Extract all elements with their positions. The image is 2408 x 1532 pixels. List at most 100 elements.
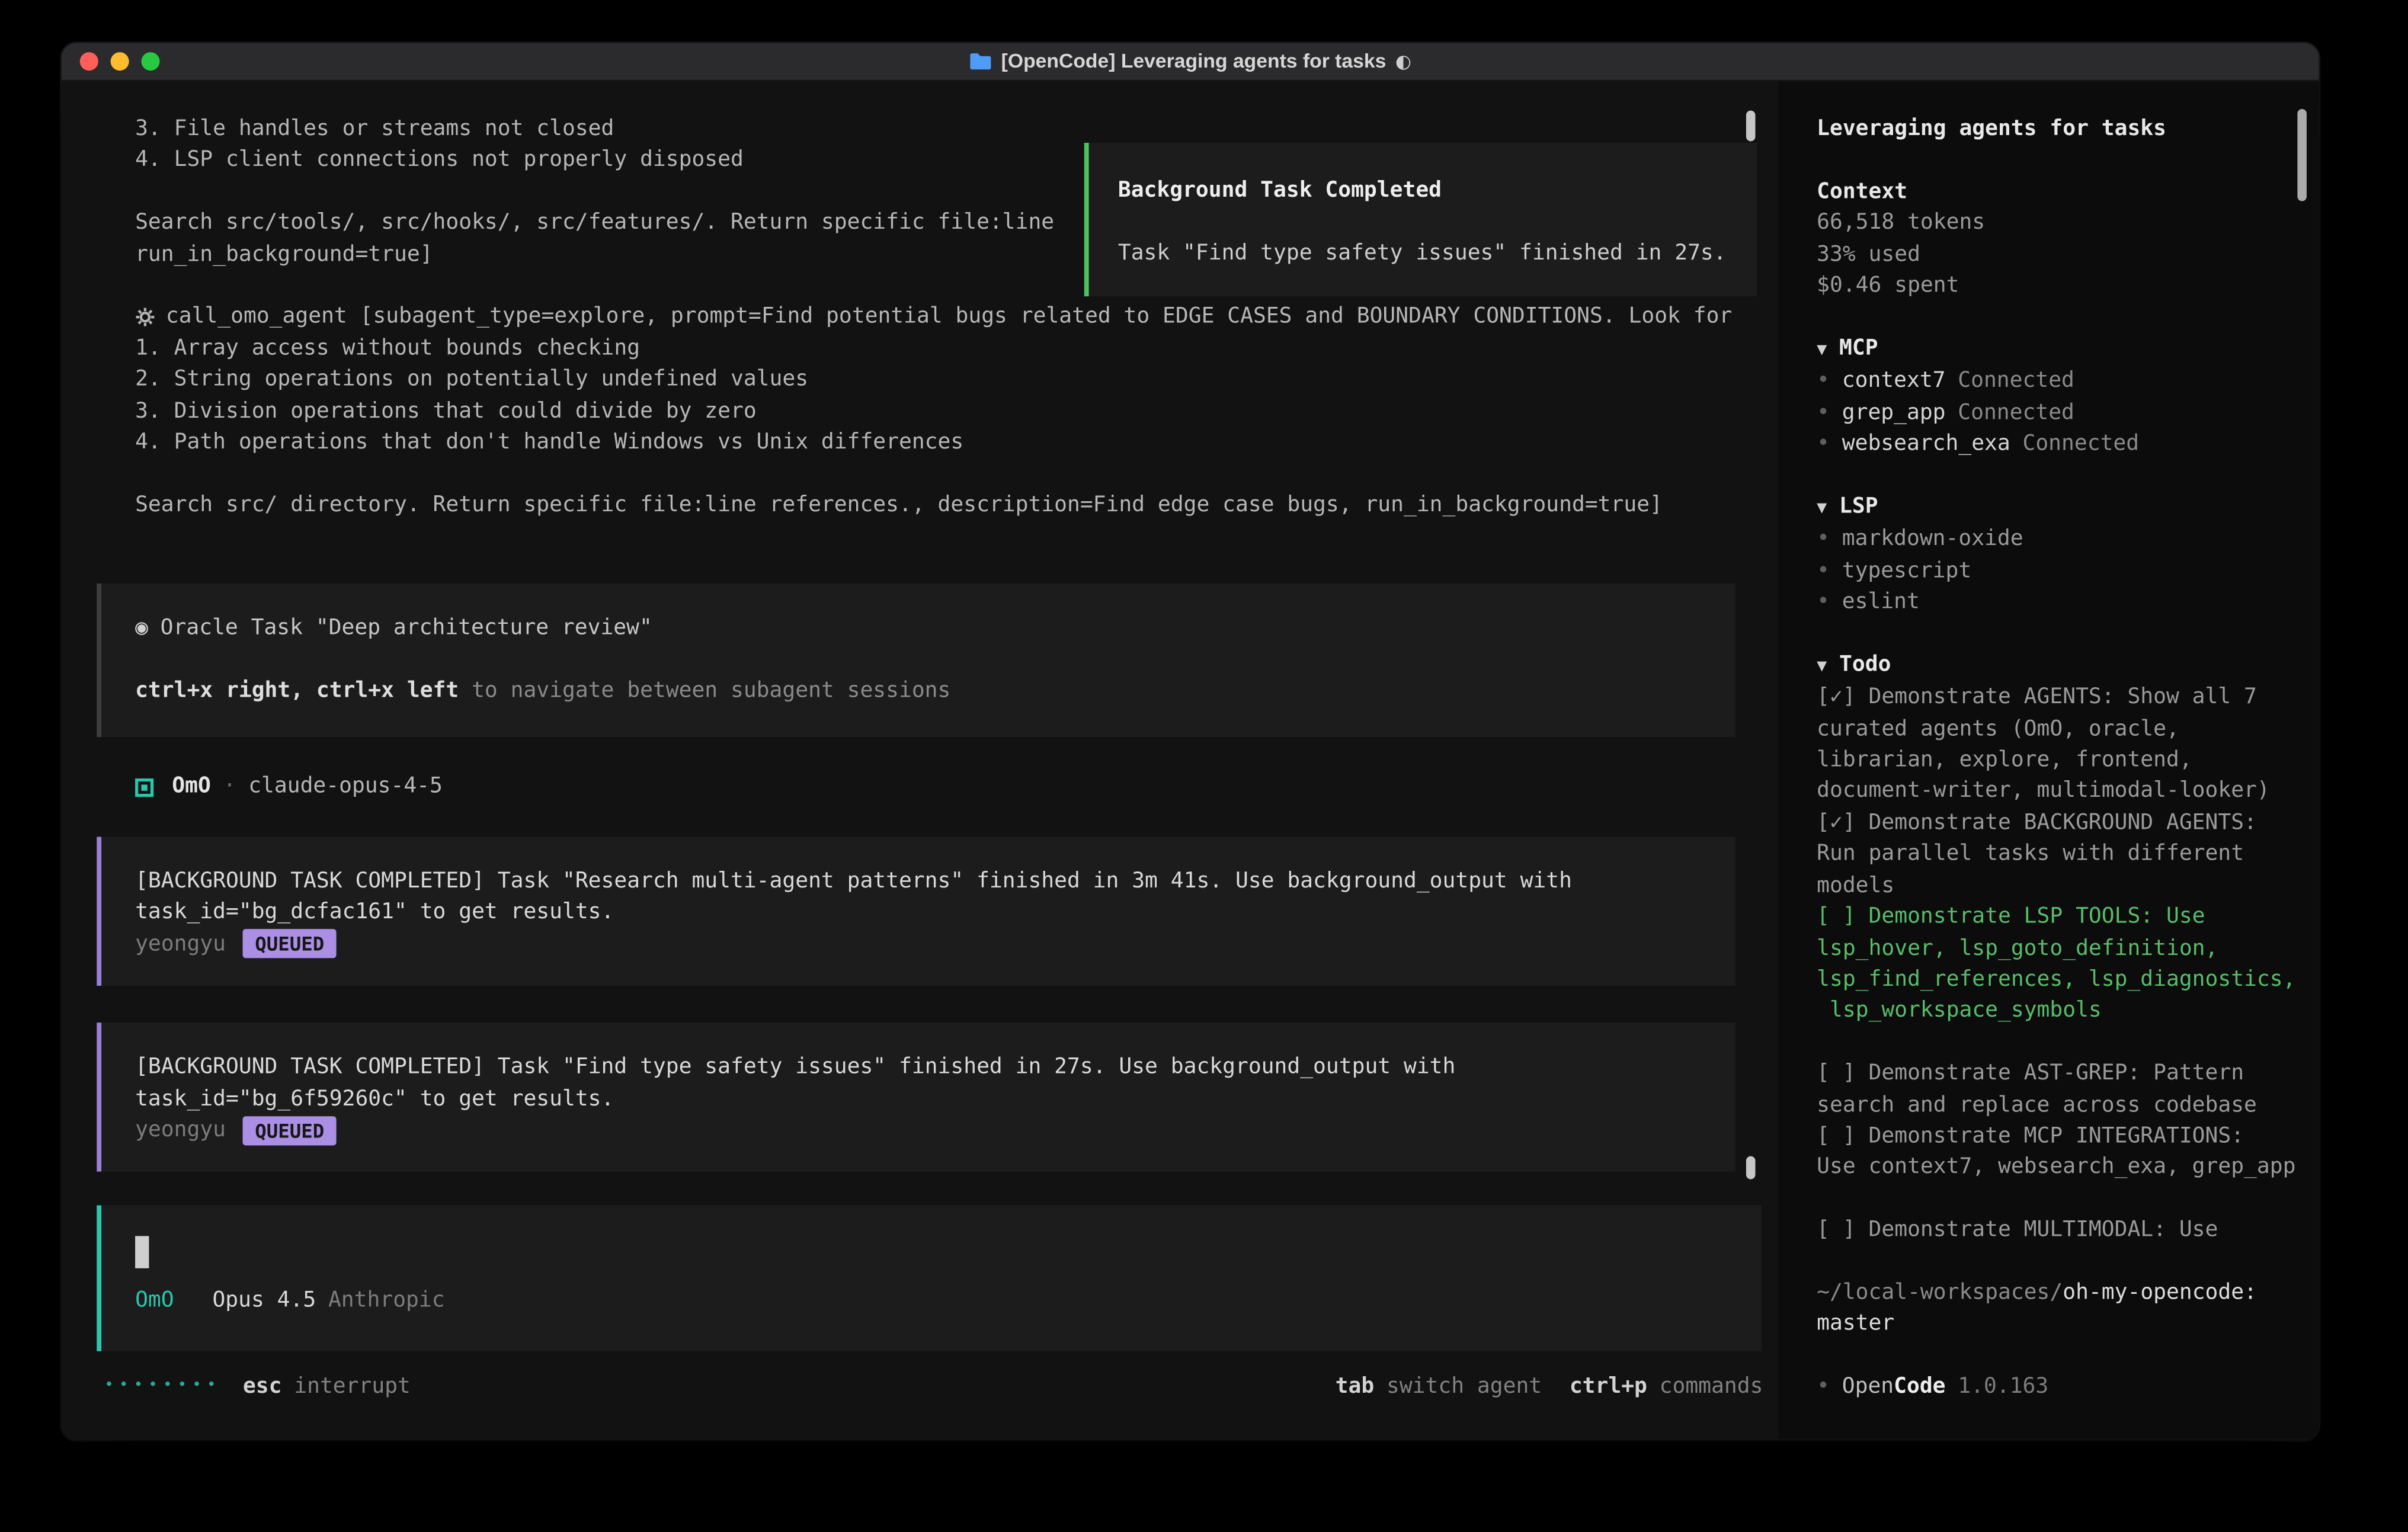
bullet-icon: • (1817, 369, 1830, 393)
lsp-server-item: • typescript (1817, 555, 2308, 586)
titlebar[interactable]: [OpenCode] Leveraging agents for tasks ◐ (62, 43, 2319, 82)
provider-label: Anthropic (328, 1286, 445, 1317)
opencode-window: [OpenCode] Leveraging agents for tasks ◐… (62, 43, 2319, 1441)
mcp-server-name: websearch_exa (1842, 431, 2010, 456)
traffic-lights (80, 43, 160, 80)
toast-body: Task "Find type safety issues" finished … (1118, 238, 1757, 269)
input-footer: OmO Opus 4.5 Anthropic (135, 1286, 1762, 1317)
context-spent: $0.46 spent (1817, 270, 2308, 302)
minimize-window-button[interactable] (111, 52, 129, 70)
todo-section: ▼ Todo [✓] Demonstrate AGENTS: Show all 7… (1817, 649, 2308, 1246)
close-window-button[interactable] (80, 52, 98, 70)
sidebar-footer: • OpenCode 1.0.163 (1817, 1371, 2308, 1403)
workspace-repo: oh-my-opencode: (2063, 1280, 2257, 1305)
folder-icon (969, 52, 992, 70)
lsp-server-name: markdown-oxide (1842, 527, 2023, 552)
brand-open: Open (1842, 1374, 1894, 1399)
task-message-text: [BACKGROUND TASK COMPLETED] Task "Find t… (135, 1052, 1735, 1115)
status-left: •••••••• esc interrupt (104, 1371, 411, 1403)
status-right: tab switch agent ctrl+p commands (1336, 1371, 1763, 1403)
todo-item-active: [ ] Demonstrate LSP TOOLS: Use lsp_hover… (1817, 902, 2308, 1027)
mcp-section: ▼ MCP • context7 Connected • grep_app Connect… (1817, 333, 2308, 460)
status-bar: •••••••• esc interrupt tab switch agent … (104, 1371, 1763, 1403)
window-content: 3. File handles or streams not closed 4.… (62, 81, 2319, 1438)
mcp-server-status: Connected (1958, 369, 2074, 393)
todo-item: [ ] Demonstrate MULTIMODAL: Use (1817, 1214, 2308, 1246)
bullet-icon: • (1817, 431, 1830, 456)
bullet-icon: • (1817, 1374, 1830, 1399)
mcp-server-name: context7 (1842, 369, 1946, 393)
context-header: Context (1817, 177, 2308, 208)
ctrlp-key-hint: ctrl+p (1570, 1371, 1647, 1403)
gear-icon (135, 307, 155, 328)
agent-header: OmO · claude-opus-4-5 (135, 771, 1778, 803)
prompt-input[interactable]: OmO Opus 4.5 Anthropic (97, 1206, 1762, 1351)
half-circle-icon: ◐ (1395, 46, 1411, 77)
todo-item: [ ] Demonstrate MCP INTEGRATIONS: Use co… (1817, 1121, 2308, 1184)
active-model-label: Opus 4.5 (212, 1286, 316, 1317)
collapse-triangle-icon: ▼ (1817, 655, 1827, 675)
workspace-path: ~/local-workspaces/oh-my-opencode: maste… (1817, 1277, 2308, 1340)
ctrlp-key-label: commands (1660, 1371, 1763, 1403)
mcp-server-status: Connected (1958, 400, 2074, 424)
workspace-path-prefix: ~/local-workspaces/ (1817, 1280, 2063, 1305)
task-author: yeongyu (135, 1114, 226, 1146)
separator-dot: · (223, 771, 236, 803)
oracle-task-card[interactable]: ◉Oracle Task "Deep architecture review" … (97, 584, 1735, 738)
sidebar-scrollbar-thumb[interactable] (2297, 109, 2307, 201)
oracle-task-label: Oracle Task "Deep architecture review" (161, 616, 652, 640)
mcp-header-label: MCP (1839, 336, 1878, 360)
context-used: 33% used (1817, 239, 2308, 270)
bullet-icon: • (1817, 589, 1830, 614)
text-cursor (135, 1236, 149, 1268)
scrollbar-thumb-top[interactable] (1746, 111, 1756, 142)
mcp-server-item: • context7 Connected (1817, 366, 2308, 397)
tool-call-title: call_omo_agent [subagent_type=explore, p… (166, 302, 1732, 333)
mcp-server-item: • websearch_exa Connected (1817, 428, 2308, 460)
hint-keys: ctrl+x right, ctrl+x left (135, 679, 459, 703)
oracle-task-title: ◉ Oracle Task "Deep architecture review" (135, 613, 1735, 645)
mcp-server-item: • grep_app Connected (1817, 397, 2308, 428)
stage: [OpenCode] Leveraging agents for tasks ◐… (0, 0, 2408, 1532)
tool-call-header: call_omo_agent [subagent_type=explore, p… (135, 302, 1778, 333)
lsp-header-label: LSP (1839, 494, 1878, 518)
todo-item: [✓] Demonstrate AGENTS: Show all 7 curat… (1817, 682, 2308, 807)
lsp-server-name: typescript (1842, 558, 1971, 582)
brand-code: Code (1894, 1374, 1945, 1399)
queued-badge: QUEUED (243, 1116, 337, 1145)
desktop: [OpenCode] Leveraging agents for tasks ◐… (0, 0, 2408, 1532)
lsp-server-item: • markdown-oxide (1817, 524, 2308, 555)
fisheye-icon: ◉ (135, 616, 148, 640)
app-version: 1.0.163 (1958, 1374, 2048, 1399)
collapse-triangle-icon: ▼ (1817, 339, 1827, 359)
esc-key-hint: esc (243, 1371, 282, 1403)
collapse-triangle-icon: ▼ (1817, 497, 1827, 517)
active-agent-label: OmO (135, 1286, 174, 1317)
background-task-message[interactable]: [BACKGROUND TASK COMPLETED] Task "Find t… (97, 1023, 1735, 1172)
background-task-message[interactable]: [BACKGROUND TASK COMPLETED] Task "Resear… (97, 836, 1735, 986)
lsp-server-name: eslint (1842, 589, 1920, 614)
zoom-window-button[interactable] (141, 52, 159, 70)
bullet-icon: • (1817, 527, 1830, 552)
todo-item: [ ] Demonstrate AST-GREP: Pattern search… (1817, 1058, 2308, 1121)
hint-text: to navigate between subagent sessions (459, 679, 950, 703)
bullet-icon: • (1817, 400, 1830, 424)
task-message-text: [BACKGROUND TASK COMPLETED] Task "Resear… (135, 866, 1735, 928)
navigation-hint: ctrl+x right, ctrl+x left to navigate be… (135, 676, 1735, 707)
session-title: Leveraging agents for tasks (1817, 114, 2308, 145)
toast-notification[interactable]: Background Task Completed Task "Find typ… (1084, 143, 1757, 296)
mcp-section-header[interactable]: ▼ MCP (1817, 333, 2308, 366)
scrollbar-thumb-bottom[interactable] (1746, 1156, 1756, 1180)
bullet-icon: • (1817, 558, 1830, 582)
context-tokens: 66,518 tokens (1817, 207, 2308, 239)
todo-header-label: Todo (1839, 652, 1891, 677)
context-section: Context 66,518 tokens 33% used $0.46 spe… (1817, 177, 2308, 302)
lsp-section-header[interactable]: ▼ LSP (1817, 491, 2308, 524)
queued-badge: QUEUED (243, 930, 337, 959)
tab-key-hint: tab (1336, 1371, 1375, 1403)
mcp-server-name: grep_app (1842, 400, 1946, 424)
mcp-server-status: Connected (2022, 431, 2139, 456)
todo-section-header[interactable]: ▼ Todo (1817, 649, 2308, 682)
agent-square-icon (135, 778, 153, 796)
task-message-footer: yeongyu QUEUED (135, 1114, 1735, 1146)
